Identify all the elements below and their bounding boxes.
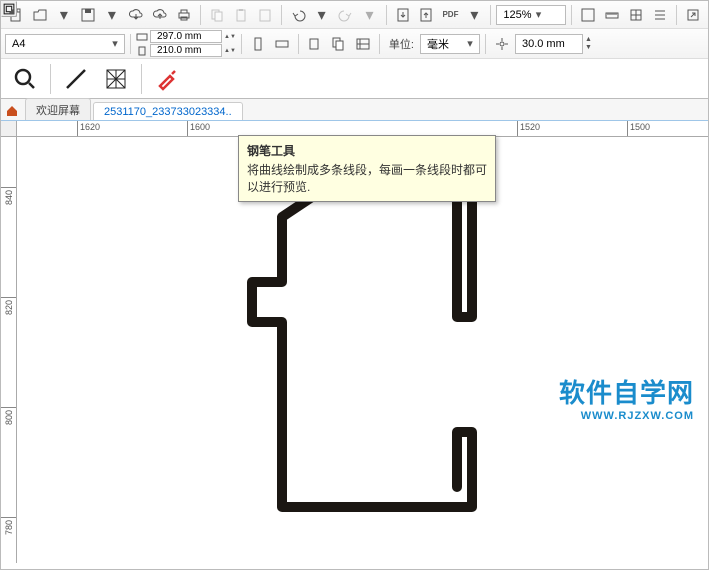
watermark-cn: 软件自学网: [559, 373, 694, 410]
dropdown-arrow-icon[interactable]: ▾: [311, 4, 333, 26]
drawing-shape[interactable]: [212, 167, 502, 547]
cloud-down-icon[interactable]: [125, 4, 147, 26]
align-icon[interactable]: [649, 4, 671, 26]
chevron-down-icon: ▾: [108, 37, 122, 50]
home-icon[interactable]: [3, 102, 21, 120]
separator: [141, 64, 142, 94]
separator: [676, 5, 677, 25]
page-size-group: 297.0 mm ▲▼ 210.0 mm ▲▼: [136, 30, 236, 57]
hruler-tick: 1500: [627, 121, 628, 137]
pdf-icon[interactable]: PDF: [439, 4, 461, 26]
watermark-en: WWW.RJZXW.COM: [559, 410, 694, 422]
height-icon: [136, 46, 148, 56]
paste-icon: [230, 4, 252, 26]
separator: [281, 5, 282, 25]
separator: [386, 5, 387, 25]
separator: [241, 34, 242, 54]
vruler-tick: 780: [1, 517, 17, 518]
hruler-tick: 1520: [517, 121, 518, 137]
doc-tabs: 欢迎屏幕 2531170_233733023334..: [1, 99, 708, 121]
launch-icon[interactable]: [682, 4, 704, 26]
save-icon[interactable]: [77, 4, 99, 26]
dropdown-arrow-icon[interactable]: ▾: [463, 4, 485, 26]
separator: [130, 34, 131, 54]
nudge-value: 30.0 mm: [522, 38, 565, 50]
separator: [200, 5, 201, 25]
separator: [298, 34, 299, 54]
tab-welcome[interactable]: 欢迎屏幕: [25, 98, 91, 120]
hruler-tick: 1620: [77, 121, 78, 137]
spinner-icon[interactable]: ▲▼: [224, 48, 236, 54]
unit-value: 毫米: [427, 36, 449, 52]
ruler-corner[interactable]: [1, 121, 17, 137]
separator: [485, 34, 486, 54]
cloud-up-icon[interactable]: [149, 4, 171, 26]
pages-current-icon[interactable]: [304, 33, 326, 55]
tab-document[interactable]: 2531170_233733023334..: [93, 102, 243, 120]
dropdown-arrow-icon: ▾: [359, 4, 381, 26]
page-preset-combo[interactable]: A4 ▾: [5, 34, 125, 54]
tooltip-body: 将曲线绘制成多条线段，每画一条线段时都可以进行预览.: [247, 161, 487, 195]
separator: [490, 5, 491, 25]
page-preset-value: A4: [12, 38, 25, 50]
vruler-tick: 800: [1, 407, 17, 408]
spinner-icon[interactable]: ▲▼: [585, 36, 592, 52]
undo-icon[interactable]: [287, 4, 309, 26]
vruler-tick: 820: [1, 297, 17, 298]
tool-pattern[interactable]: [98, 61, 134, 97]
tool-zoom[interactable]: [7, 61, 43, 97]
tool-eyedrop[interactable]: [149, 61, 185, 97]
portrait-icon[interactable]: [247, 33, 269, 55]
tool-envelope[interactable]: [1, 1, 17, 17]
fullscreen-icon[interactable]: [577, 4, 599, 26]
separator: [571, 5, 572, 25]
print-icon[interactable]: [173, 4, 195, 26]
nudge-input[interactable]: 30.0 mm: [515, 34, 583, 54]
separator: [379, 34, 380, 54]
hruler-tick: 1600: [187, 121, 188, 137]
ruler-icon[interactable]: [601, 4, 623, 26]
toolbox: 字: [1, 59, 708, 99]
zoom-value: 125%: [503, 9, 531, 21]
pen-tool-tooltip: 钢笔工具 将曲线绘制成多条线段，每画一条线段时都可以进行预览.: [238, 135, 496, 202]
page-width-input[interactable]: 297.0 mm: [150, 30, 222, 43]
unit-label: 单位:: [389, 36, 414, 52]
watermark: 软件自学网 WWW.RJZXW.COM: [559, 373, 694, 422]
vruler-tick: 840: [1, 187, 17, 188]
main-toolbar: ▾ ▾ ▾ ▾ PDF ▾ 125%▾: [1, 1, 708, 29]
landscape-icon[interactable]: [271, 33, 293, 55]
page-height-input[interactable]: 210.0 mm: [150, 44, 222, 57]
property-bar: A4 ▾ 297.0 mm ▲▼ 210.0 mm ▲▼ 单位: 毫米 ▾ 30.0…: [1, 29, 708, 59]
dropdown-arrow-icon[interactable]: ▾: [101, 4, 123, 26]
export-icon[interactable]: [416, 4, 438, 26]
dropdown-arrow-icon[interactable]: ▾: [53, 4, 75, 26]
pages-all-icon[interactable]: [328, 33, 350, 55]
page-width-value: 297.0 mm: [157, 31, 201, 42]
unit-combo[interactable]: 毫米 ▾: [420, 34, 480, 54]
spinner-icon[interactable]: ▲▼: [224, 34, 236, 40]
copy-icon: [206, 4, 228, 26]
grid-icon[interactable]: [625, 4, 647, 26]
zoom-combo[interactable]: 125%▾: [496, 5, 566, 25]
vertical-ruler[interactable]: 840 820 800 780: [1, 137, 17, 563]
tool-line[interactable]: [58, 61, 94, 97]
redo-icon: [335, 4, 357, 26]
width-icon: [136, 32, 148, 42]
chevron-down-icon: ▾: [532, 8, 546, 21]
nudge-icon[interactable]: [491, 33, 513, 55]
open-icon[interactable]: [29, 4, 51, 26]
import-icon[interactable]: [392, 4, 414, 26]
page-setup-icon[interactable]: [352, 33, 374, 55]
clipboard-icon: [254, 4, 276, 26]
chevron-down-icon: ▾: [463, 37, 477, 50]
tooltip-title: 钢笔工具: [247, 142, 487, 159]
separator: [50, 64, 51, 94]
page-height-value: 210.0 mm: [157, 45, 201, 56]
